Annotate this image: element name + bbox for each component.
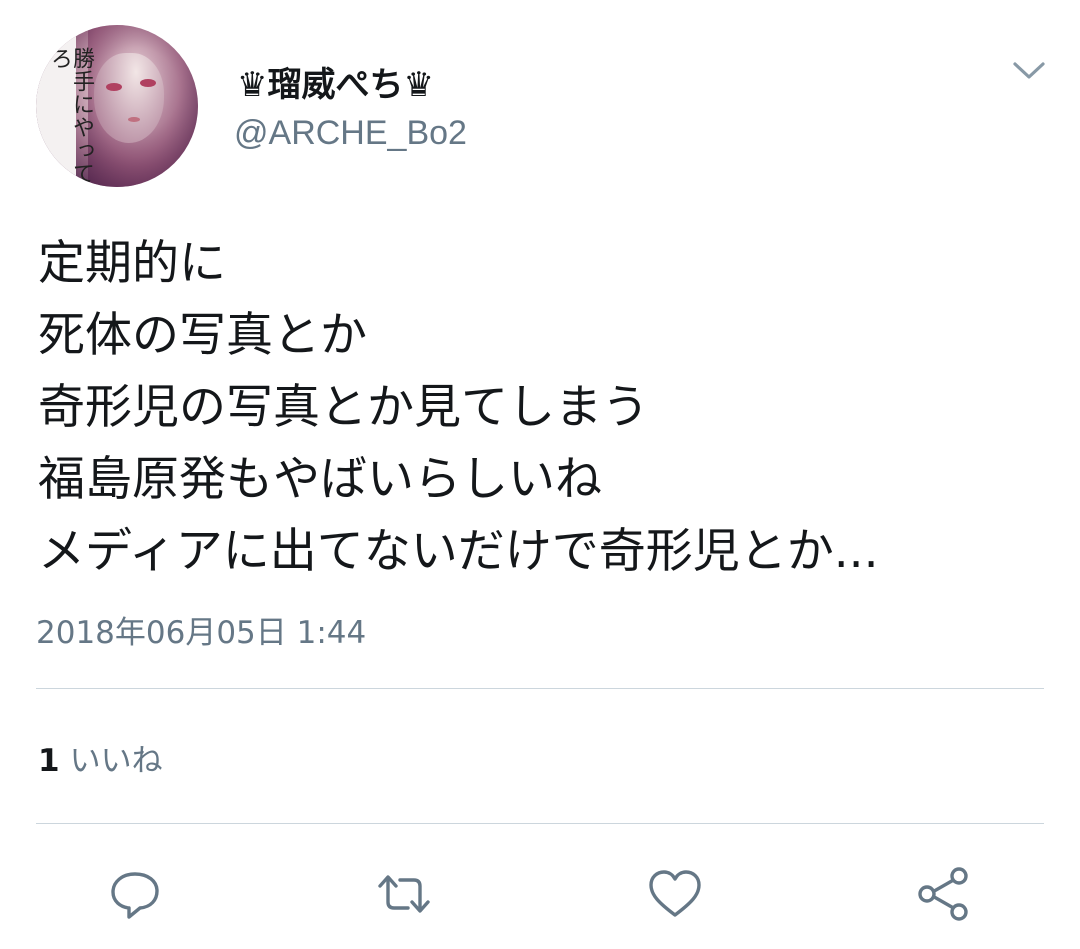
tweet-detail: 勝手にやってろ ♛瑠威ぺち♛ @ARCHE_Bo2 定期的に 死体の写真とか 奇…: [0, 0, 1080, 949]
retweet-button[interactable]: [372, 862, 436, 926]
share-icon: [918, 867, 968, 921]
reply-icon: [111, 872, 159, 919]
like-button[interactable]: [643, 862, 707, 926]
tweet-text-line: 奇形児の写真とか見てしまう: [38, 380, 649, 435]
user-handle[interactable]: @ARCHE_Bo2: [234, 114, 467, 153]
avatar-hair: [88, 25, 198, 187]
chevron-down-icon[interactable]: [1011, 56, 1047, 84]
avatar-eye: [140, 79, 156, 87]
reply-button[interactable]: [103, 862, 167, 926]
tweet-text-line[interactable]: メディアに出てないだけで奇形児とか...: [38, 516, 1048, 588]
retweet-icon: [378, 875, 430, 913]
tweet-timestamp: 2018年06月05日 1:44: [36, 615, 367, 651]
tweet-text-line: 死体の写真とか: [38, 308, 367, 363]
avatar-text: 勝手にやってろ: [47, 47, 94, 185]
avatar-eye: [106, 83, 122, 91]
avatar-mouth: [128, 117, 140, 122]
tweet-text: 定期的に 死体の写真とか 奇形児の写真とか見てしまう 福島原発もやばいらしいね …: [38, 228, 1048, 588]
tweet-text-line: 福島原発もやばいらしいね: [38, 452, 602, 507]
avatar[interactable]: 勝手にやってろ: [36, 25, 198, 187]
share-button[interactable]: [911, 862, 975, 926]
tweet-text-line: 定期的に: [38, 236, 226, 291]
display-name[interactable]: ♛瑠威ぺち♛: [237, 57, 434, 106]
heart-icon: [649, 870, 701, 917]
like-count: 1: [38, 743, 60, 779]
like-label: いいね: [69, 743, 163, 779]
like-stat[interactable]: 1 いいね: [38, 735, 163, 780]
divider: [36, 823, 1044, 824]
divider: [36, 688, 1044, 689]
